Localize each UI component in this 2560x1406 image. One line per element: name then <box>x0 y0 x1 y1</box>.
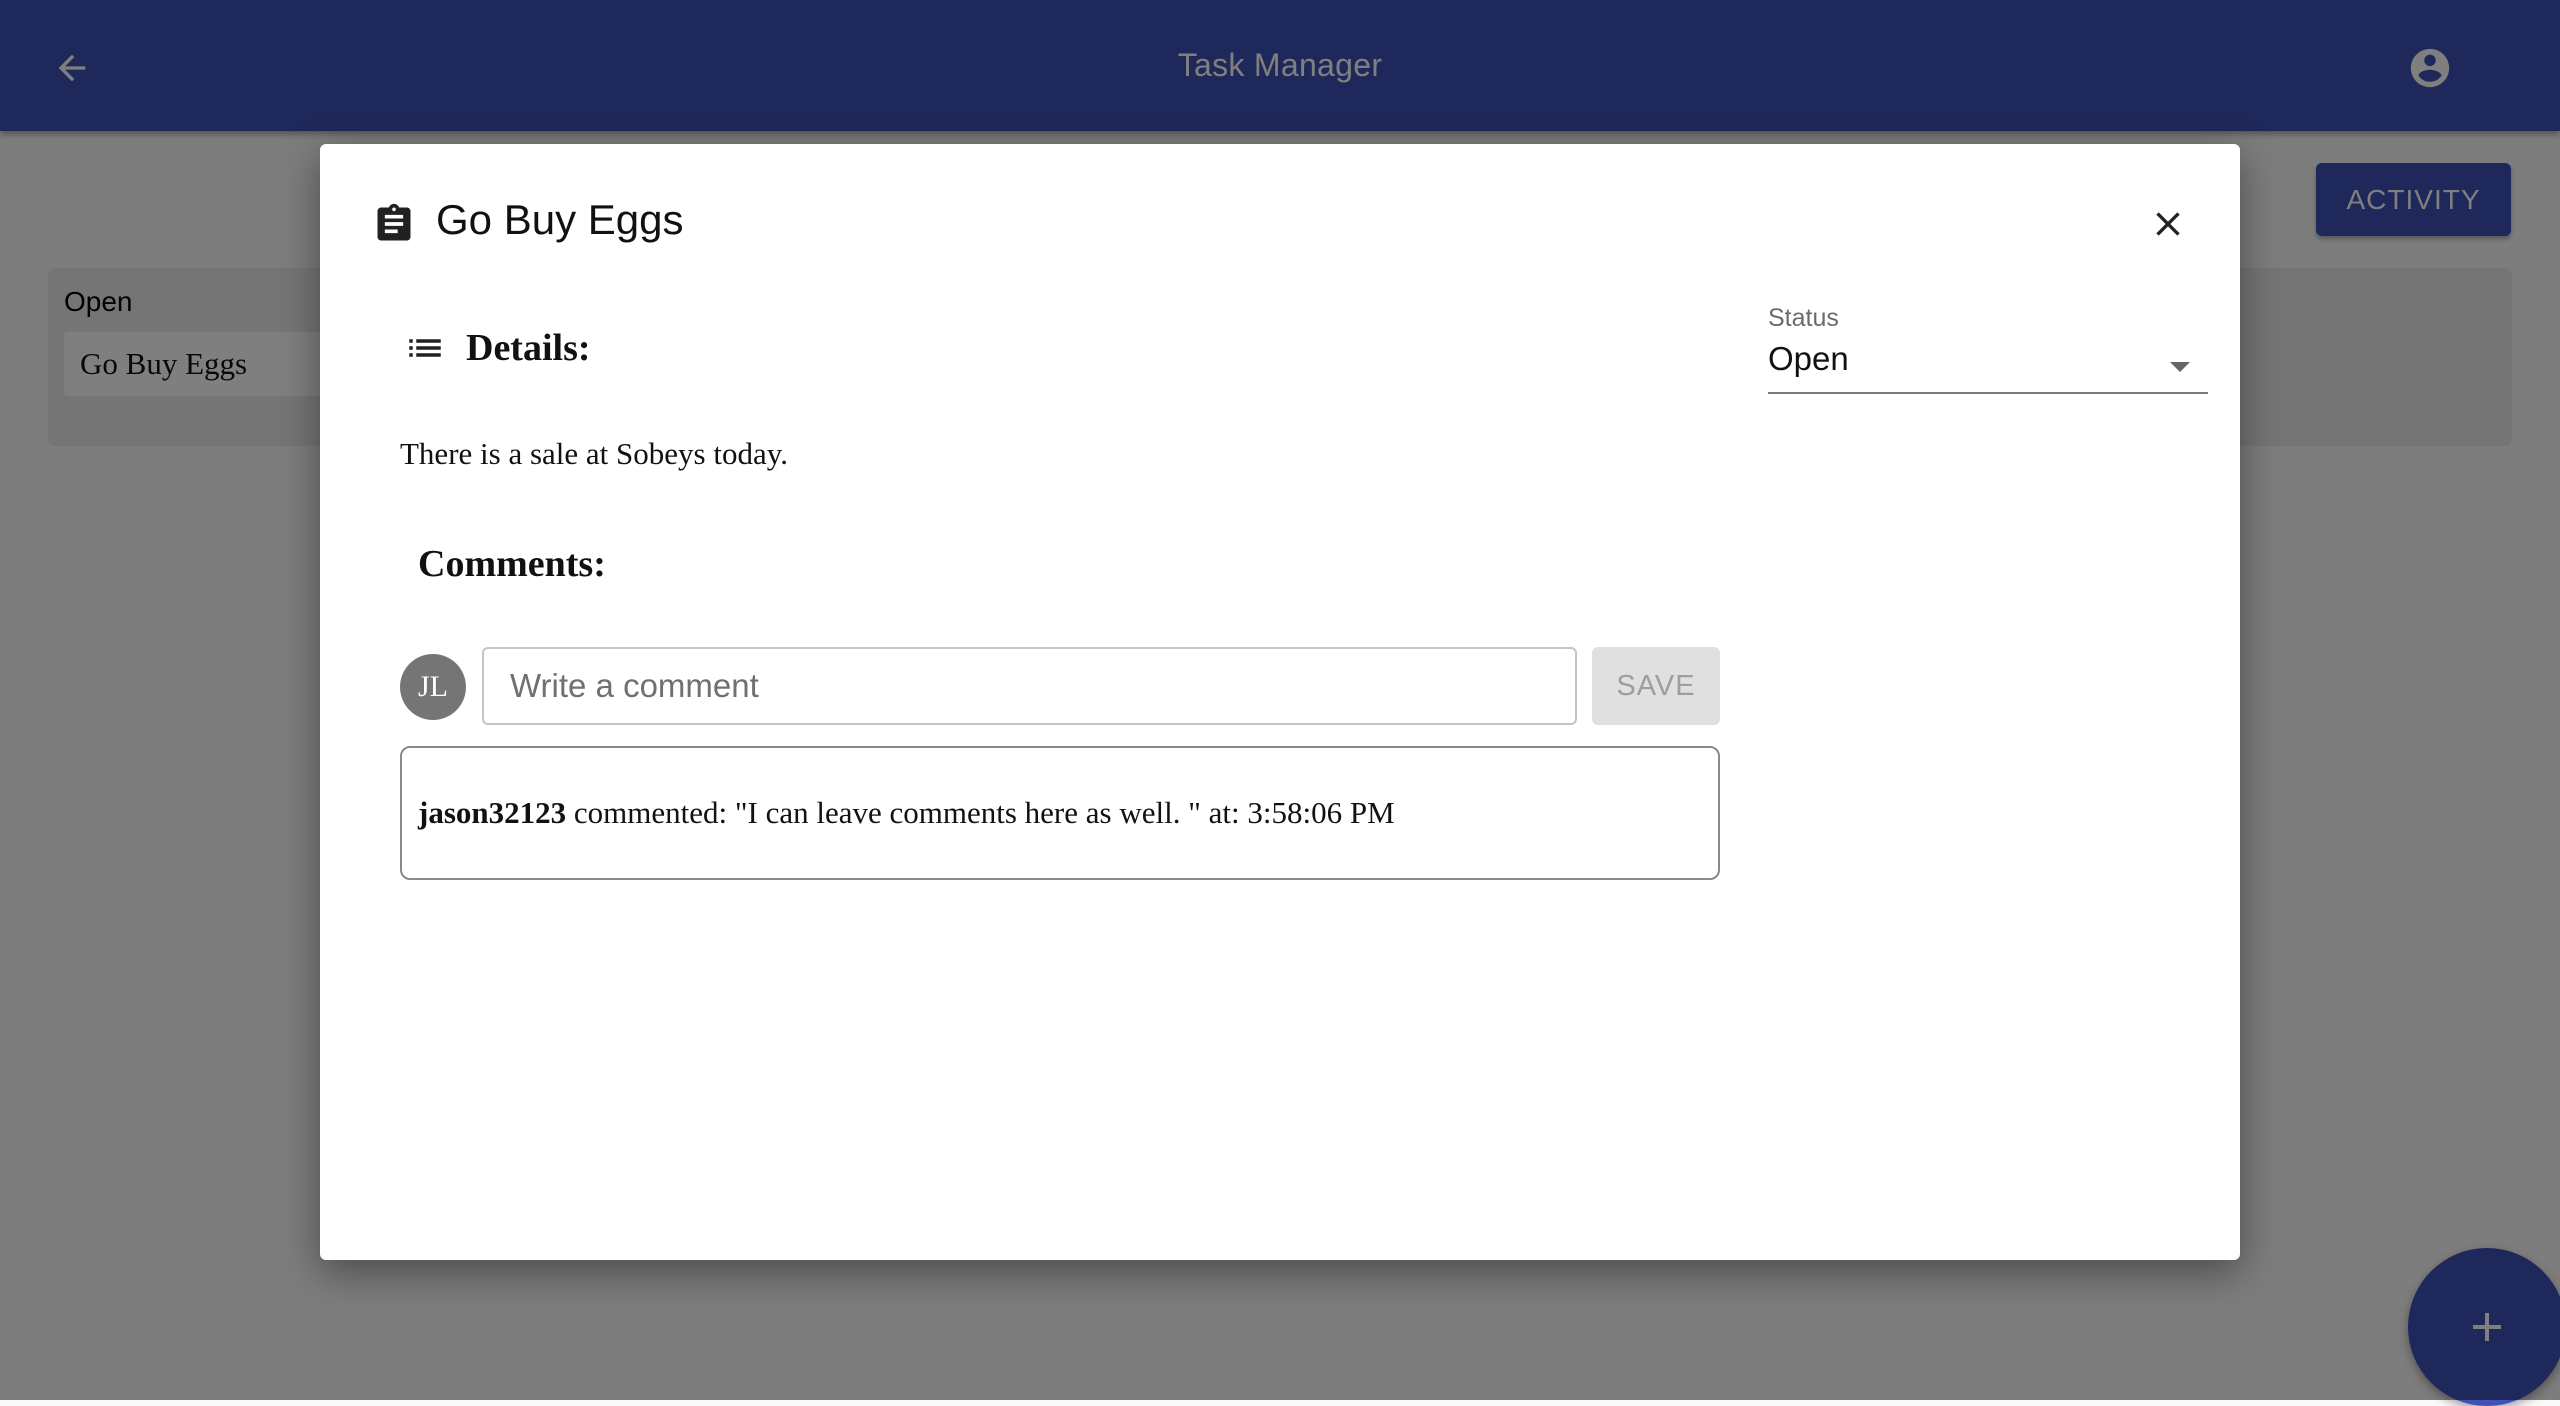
comment-item: jason32123 commented: "I can leave comme… <box>400 746 1720 880</box>
dialog-title: Go Buy Eggs <box>436 196 684 243</box>
comment-text: commented: "I can leave comments here as… <box>566 795 1395 830</box>
status-select[interactable]: Open <box>1768 338 2208 394</box>
list-icon <box>409 339 441 357</box>
dropdown-arrow-icon <box>2170 362 2190 372</box>
comment-input[interactable] <box>482 647 1577 725</box>
details-text: There is a sale at Sobeys today. <box>400 436 788 471</box>
comments-label: Comments: <box>418 543 606 585</box>
save-button[interactable]: SAVE <box>1592 647 1720 725</box>
details-header: Details: <box>404 326 591 370</box>
close-button[interactable] <box>2138 194 2198 254</box>
status-label: Status <box>1768 304 1839 332</box>
close-icon <box>2156 212 2180 236</box>
status-value: Open <box>1768 340 1849 377</box>
avatar: JL <box>400 654 466 720</box>
task-dialog: Go Buy Eggs Details: There is a sale at … <box>320 144 2240 1260</box>
details-label: Details: <box>466 327 591 369</box>
clipboard-icon <box>377 203 411 241</box>
comment-author: jason32123 <box>418 795 567 830</box>
